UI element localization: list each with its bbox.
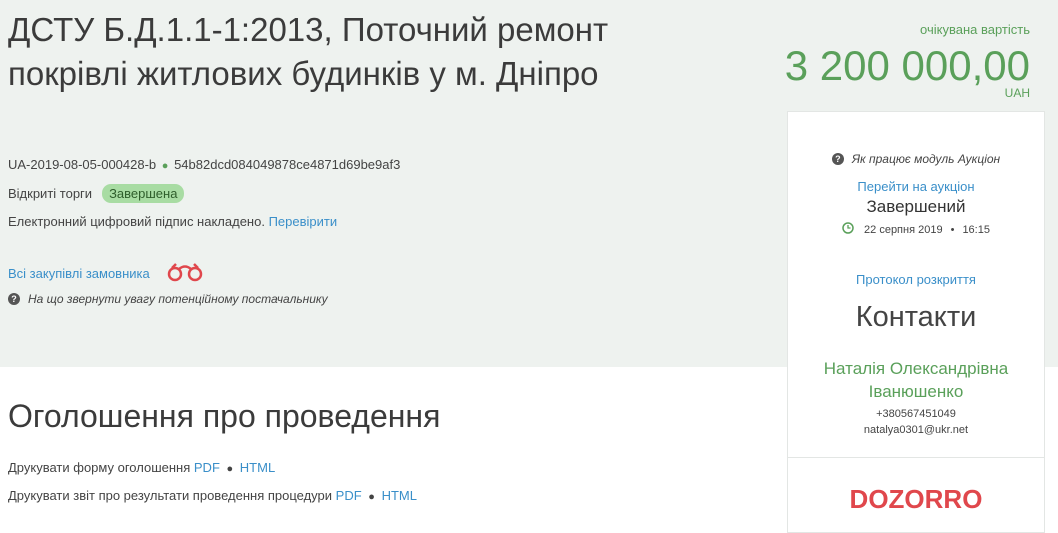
dozorro-logo-text: DOZORRO (850, 484, 983, 514)
separator-dot-icon: ● (161, 160, 169, 172)
expected-cost-currency: UAH (1004, 86, 1030, 100)
auction-help-text: Як працює модуль Аукціон (851, 152, 1001, 166)
signature-text: Електронний цифровий підпис накладено. (8, 214, 265, 229)
contacts-heading: Контакти (855, 301, 977, 333)
print-report-html-link[interactable]: HTML (382, 488, 417, 503)
tender-id: UA-2019-08-05-000428-b (8, 157, 157, 172)
goto-auction-link[interactable]: Перейти на аукціон (788, 179, 1044, 194)
question-icon: ? (8, 293, 20, 305)
dozorro-logo[interactable]: DOZORRO (788, 482, 1044, 521)
separator-dot-icon: • (950, 223, 955, 236)
separator-dot-icon: ● (368, 491, 375, 503)
verify-signature-link[interactable]: Перевірити (269, 214, 338, 229)
supplier-hint-text: На що звернути увагу потенційному постач… (28, 292, 328, 306)
print-form-label: Друкувати форму оголошення (8, 460, 191, 475)
separator-dot-icon: ● (226, 463, 234, 475)
procedure-type: Відкриті торги (8, 186, 93, 201)
status-badge: Завершена (102, 184, 185, 203)
contact-phone: +380567451049 (876, 408, 956, 420)
sidebar-panel: ? Як працює модуль Аукціон Перейти на ау… (787, 111, 1045, 533)
question-icon: ? (831, 153, 844, 165)
print-form-pdf-link[interactable]: PDF (194, 460, 220, 475)
auction-date: 22 серпня 2019 (864, 223, 943, 236)
auction-help-row[interactable]: ? Як працює модуль Аукціон (788, 152, 1044, 166)
purchases-row: Всі закупівлі замовника (8, 262, 204, 285)
clock-icon (842, 222, 854, 237)
tender-title: ДСТУ Б.Д.1.1-1:2013, Поточний ремонт пок… (8, 11, 609, 92)
binoculars-icon[interactable] (166, 262, 204, 285)
print-report-label: Друкувати звіт про результати проведення… (8, 488, 333, 503)
protocol-link[interactable]: Протокол розкриття (788, 272, 1044, 287)
auction-time: 16:15 (962, 223, 990, 236)
expected-cost-label: очікувана вартість (920, 22, 1030, 37)
expected-cost-value: 3 200 000,00 (784, 42, 1030, 89)
all-purchases-link[interactable]: Всі закупівлі замовника (8, 266, 150, 281)
contact-email: natalya0301@ukr.net (863, 424, 969, 436)
print-form-row: Друкувати форму оголошення PDF ● HTML (8, 460, 275, 475)
print-report-pdf-link[interactable]: PDF (336, 488, 362, 503)
print-report-row: Друкувати звіт про результати проведення… (8, 488, 417, 503)
procedure-row: Відкриті торги Завершена (8, 184, 185, 203)
tender-identifiers: UA-2019-08-05-000428-b ● 54b82dcd0840498… (8, 157, 400, 172)
tender-hash: 54b82dcd084049878ce4871d69be9af3 (174, 157, 401, 172)
contact-name: Наталія Олександрівна Іванюшенко (823, 359, 1009, 401)
auction-datetime: 22 серпня 2019 • 16:15 (788, 222, 1044, 237)
supplier-hint-row[interactable]: ? На що звернути увагу потенційному пост… (8, 292, 328, 306)
signature-row: Електронний цифровий підпис накладено. П… (8, 214, 337, 229)
announcement-heading: Оголошення про проведення (8, 398, 441, 434)
print-form-html-link[interactable]: HTML (240, 460, 275, 475)
sidebar-divider (788, 457, 1044, 458)
auction-status: Завершений (866, 197, 966, 216)
